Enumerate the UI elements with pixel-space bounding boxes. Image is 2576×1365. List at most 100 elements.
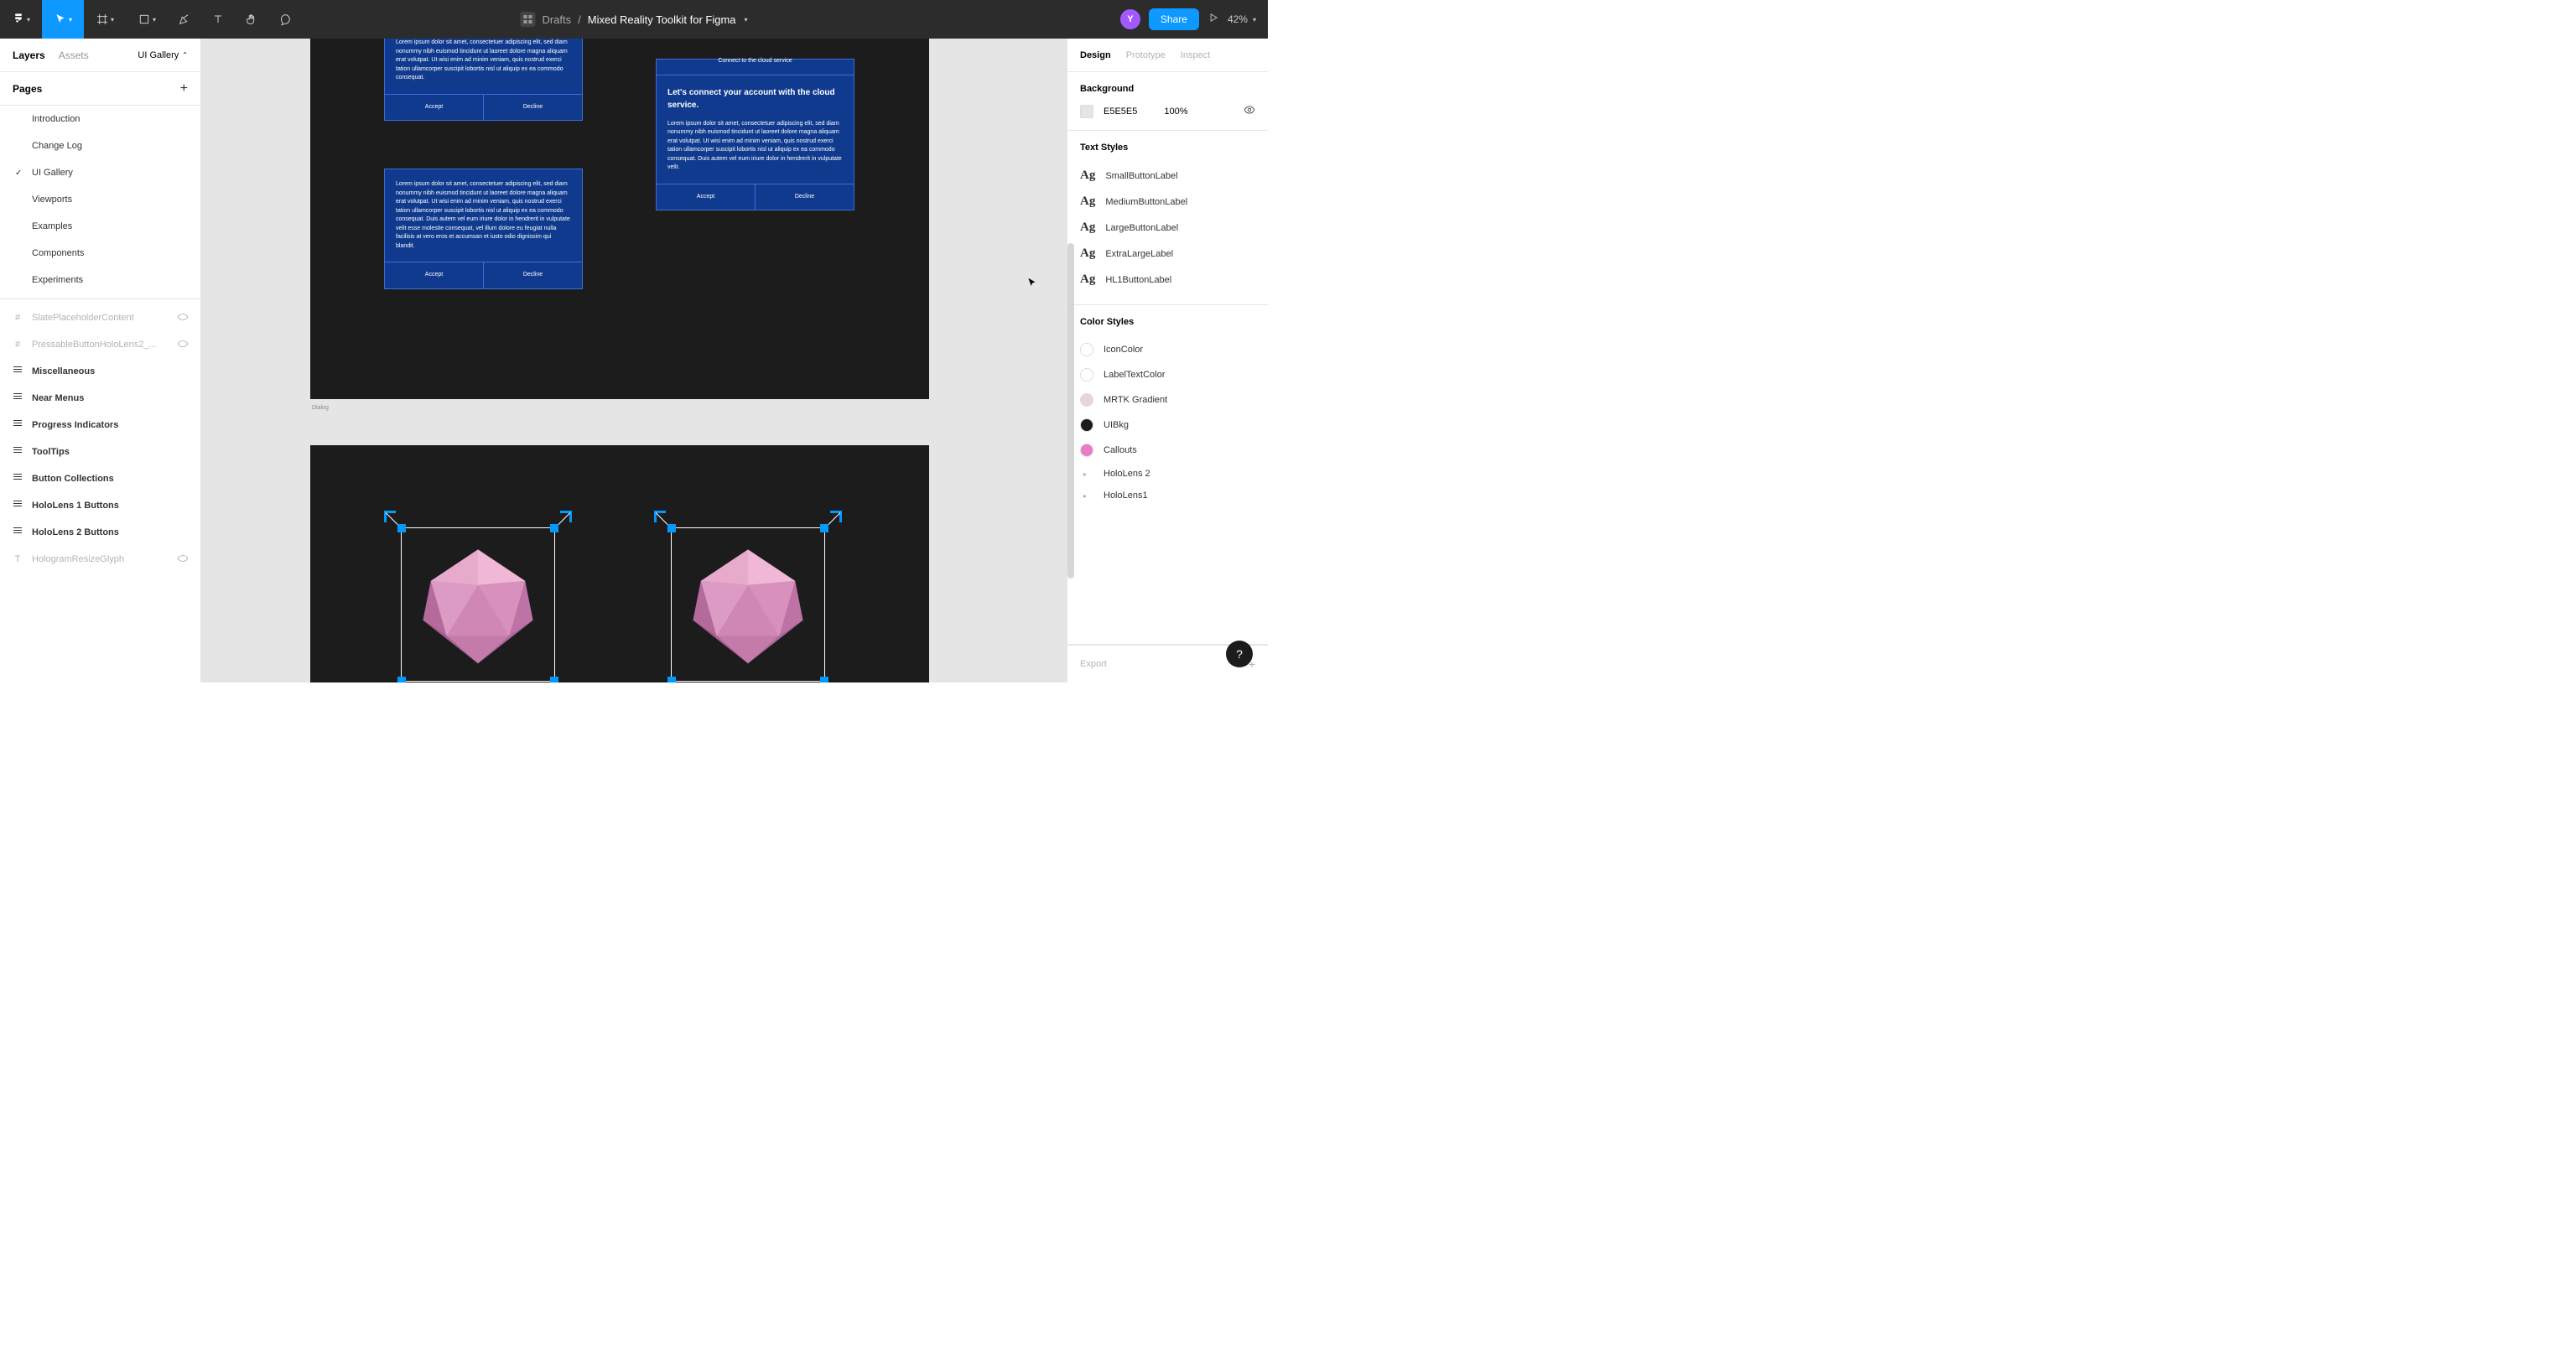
layer-item[interactable]: # SlatePlaceholderContent (0, 304, 200, 331)
layer-item[interactable]: #PressableButtonHoloLens2_... (0, 331, 200, 358)
style-label: SmallButtonLabel (1105, 171, 1177, 181)
color-style-item[interactable]: Callouts (1080, 438, 1255, 463)
text-style-item[interactable]: AgLargeButtonLabel (1080, 215, 1255, 241)
text-tool[interactable] (201, 0, 235, 39)
decline-button[interactable]: Decline (484, 95, 582, 121)
frame-bounding-boxes[interactable] (310, 445, 929, 682)
decline-button[interactable]: Decline (484, 262, 582, 288)
bounding-box[interactable] (656, 512, 840, 682)
page-item[interactable]: Components (0, 240, 200, 267)
page-item[interactable]: Introduction (0, 106, 200, 132)
text-style-item[interactable]: Ag HL1ButtonLabel (1080, 267, 1255, 293)
frame-tool[interactable]: ▾ (84, 0, 126, 39)
ag-icon: Ag (1080, 272, 1095, 287)
page-item[interactable]: Experiments (0, 267, 200, 293)
frame-icon (12, 473, 23, 485)
tab-design[interactable]: Design (1080, 50, 1111, 60)
dialog-header: Connect to the cloud service (657, 49, 854, 75)
accept-button[interactable]: Accept (385, 95, 484, 121)
color-swatch-icon (1080, 393, 1093, 407)
comment-tool[interactable] (268, 0, 302, 39)
rectangle-icon (138, 13, 151, 26)
breadcrumb-separator: / (578, 13, 581, 26)
dialog-card[interactable]: Lorem ipsum dolor sit amet, consectetuer… (384, 39, 583, 121)
dialog-card-titled[interactable]: Connect to the cloud service Let's conne… (656, 59, 854, 210)
text-icon (211, 13, 225, 26)
visibility-icon[interactable] (177, 554, 189, 565)
file-title[interactable]: Mixed Reality Toolkit for Figma (588, 13, 736, 26)
layer-item[interactable]: HoloLens 1 Buttons (0, 492, 200, 519)
figma-menu[interactable]: ▾ (0, 0, 42, 39)
add-page-button[interactable]: + (180, 81, 188, 96)
color-style-item[interactable]: UIBkg (1080, 413, 1255, 438)
chevron-down-icon[interactable]: ▾ (745, 16, 748, 23)
share-button[interactable]: Share (1149, 8, 1199, 30)
hand-icon (245, 13, 258, 26)
style-label: HL1ButtonLabel (1105, 275, 1171, 285)
shape-tool[interactable]: ▾ (126, 0, 168, 39)
text-style-item[interactable]: Ag ExtraLargeLabel (1080, 241, 1255, 267)
frame-label[interactable]: Dialog (312, 405, 329, 411)
avatar[interactable]: Y (1120, 9, 1140, 29)
layer-item[interactable]: Miscellaneous (0, 358, 200, 385)
page-selector[interactable]: UI Gallery ⌃ (138, 50, 188, 60)
layer-item[interactable]: Button Collections (0, 465, 200, 492)
move-tool[interactable]: ▾ (42, 0, 84, 39)
layer-item[interactable]: HoloLens 2 Buttons (0, 519, 200, 546)
canvas[interactable]: Lorem ipsum dolor sit amet, consectetuer… (201, 39, 1067, 682)
layer-item[interactable]: Near Menus (0, 385, 200, 412)
visibility-icon[interactable] (177, 313, 189, 324)
text-style-item[interactable]: AgSmallButtonLabel (1080, 163, 1255, 189)
visibility-icon[interactable] (177, 340, 189, 350)
frame-dialogs[interactable]: Lorem ipsum dolor sit amet, consectetuer… (310, 39, 929, 399)
cursor-icon (54, 13, 67, 26)
layer-label: SlatePlaceholderContent (32, 313, 134, 323)
tab-layers[interactable]: Layers (13, 49, 45, 61)
color-style-item[interactable]: IconColor (1080, 337, 1255, 362)
ag-icon: Ag (1080, 221, 1095, 235)
tab-prototype[interactable]: Prototype (1126, 50, 1166, 60)
bg-opacity[interactable]: 100% (1164, 106, 1187, 117)
scrollbar[interactable] (1067, 243, 1074, 579)
style-label: ExtraLargeLabel (1105, 249, 1173, 259)
tab-assets[interactable]: Assets (59, 49, 89, 61)
accept-button[interactable]: Accept (385, 262, 484, 288)
layer-item[interactable]: ToolTips (0, 439, 200, 465)
bg-swatch[interactable] (1080, 105, 1093, 118)
layer-item[interactable]: Progress Indicators (0, 412, 200, 439)
color-style-item[interactable]: LabelTextColor (1080, 362, 1255, 387)
hand-tool[interactable] (235, 0, 268, 39)
frame-icon (12, 500, 23, 512)
color-style-item[interactable]: MRTK Gradient (1080, 387, 1255, 413)
color-group-item[interactable]: ▸HoloLens 2 (1080, 463, 1255, 485)
tab-inspect[interactable]: Inspect (1181, 50, 1210, 60)
style-label: LabelTextColor (1104, 370, 1165, 380)
style-label: Callouts (1104, 445, 1137, 455)
style-label: IconColor (1104, 345, 1143, 355)
zoom-control[interactable]: 42%▾ (1228, 13, 1256, 25)
present-button[interactable] (1208, 12, 1219, 28)
bg-hex[interactable]: E5E5E5 (1104, 106, 1137, 117)
text-style-item[interactable]: AgMediumButtonLabel (1080, 189, 1255, 215)
hash-icon: # (12, 313, 23, 323)
ag-icon: Ag (1080, 247, 1095, 261)
icosahedron-icon (415, 542, 541, 667)
accept-button[interactable]: Accept (657, 184, 756, 210)
bounding-box[interactable] (386, 512, 570, 682)
help-button[interactable]: ? (1226, 641, 1253, 667)
canvas-cursor-icon (1026, 277, 1038, 293)
page-item[interactable]: Change Log (0, 132, 200, 159)
color-swatch-icon (1080, 343, 1093, 356)
chevron-down-icon: ▾ (69, 16, 72, 23)
layer-item[interactable]: THologramResizeGlyph (0, 546, 200, 573)
page-item[interactable]: Examples (0, 213, 200, 240)
visibility-toggle-icon[interactable] (1244, 104, 1255, 118)
breadcrumb-drafts[interactable]: Drafts (542, 13, 571, 26)
page-item[interactable]: Viewports (0, 186, 200, 213)
dialog-card[interactable]: Lorem ipsum dolor sit amet, consectetuer… (384, 169, 583, 289)
page-item[interactable]: UI Gallery (0, 159, 200, 186)
decline-button[interactable]: Decline (756, 184, 854, 210)
color-group-item[interactable]: ▸HoloLens1 (1080, 485, 1255, 506)
chevron-right-icon: ▸ (1083, 492, 1093, 500)
pen-tool[interactable] (168, 0, 201, 39)
